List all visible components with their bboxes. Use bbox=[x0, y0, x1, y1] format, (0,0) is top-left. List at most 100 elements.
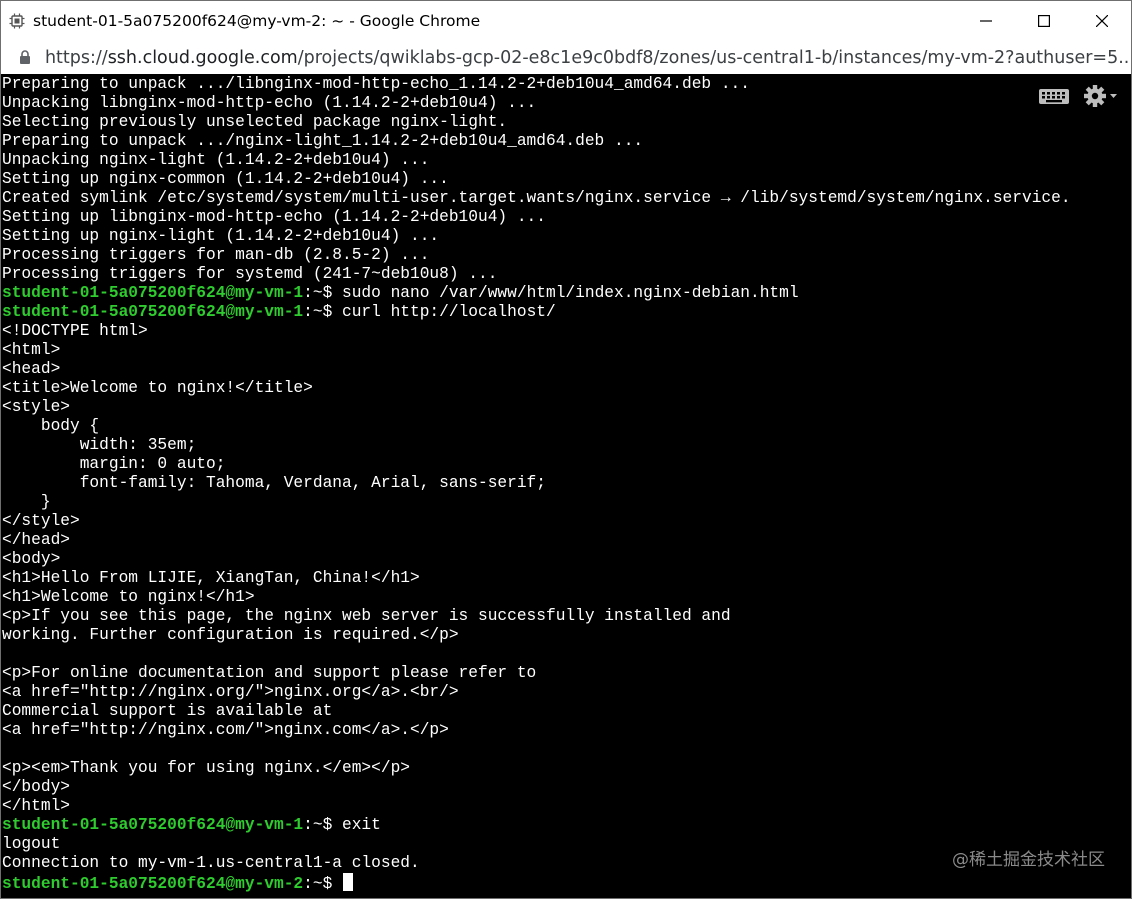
terminal-output-line: <body> bbox=[2, 550, 1071, 569]
output-text: <p>For online documentation and support … bbox=[2, 664, 537, 682]
output-text: <style> bbox=[2, 398, 70, 416]
terminal-output-line: Processing triggers for man-db (2.8.5-2)… bbox=[2, 246, 1071, 265]
output-text: body { bbox=[2, 417, 100, 435]
terminal-output-line: </head> bbox=[2, 531, 1071, 550]
terminal-cursor bbox=[343, 873, 353, 891]
chrome-app-icon[interactable] bbox=[8, 12, 26, 30]
terminal-output-line: Preparing to unpack .../nginx-light_1.14… bbox=[2, 132, 1071, 151]
terminal-output-line: Unpacking libnginx-mod-http-echo (1.14.2… bbox=[2, 94, 1071, 113]
terminal-output-line: working. Further configuration is requir… bbox=[2, 626, 1071, 645]
window-controls bbox=[957, 1, 1131, 41]
prompt-user-host: student-01-5a075200f624@my-vm-1 bbox=[2, 816, 304, 834]
terminal-output-line: <style> bbox=[2, 398, 1071, 417]
terminal-toolbar bbox=[1039, 84, 1119, 113]
settings-gear-icon[interactable] bbox=[1083, 84, 1119, 113]
terminal-output-line: <h1>Welcome to nginx!</h1> bbox=[2, 588, 1071, 607]
terminal-output-line: Connection to my-vm-1.us-central1-a clos… bbox=[2, 854, 1071, 873]
output-text: <a href="http://nginx.org/">nginx.org</a… bbox=[2, 683, 459, 701]
prompt-user-host: student-01-5a075200f624@my-vm-1 bbox=[2, 284, 304, 302]
output-text: Processing triggers for systemd (241-7~d… bbox=[2, 265, 498, 283]
terminal-output-line: Selecting previously unselected package … bbox=[2, 113, 1071, 132]
terminal-output-line: Unpacking nginx-light (1.14.2-2+deb10u4)… bbox=[2, 151, 1071, 170]
terminal-output-line: <p><em>Thank you for using nginx.</em></… bbox=[2, 759, 1071, 778]
keyboard-icon[interactable] bbox=[1039, 87, 1069, 110]
output-text: Setting up libnginx-mod-http-echo (1.14.… bbox=[2, 208, 546, 226]
maximize-icon[interactable] bbox=[1015, 1, 1073, 41]
command-text: curl http://localhost/ bbox=[342, 303, 556, 321]
output-text: <h1>Welcome to nginx!</h1> bbox=[2, 588, 255, 606]
title-bar: student-01-5a075200f624@my-vm-2: ~ - Goo… bbox=[1, 1, 1131, 41]
command-text: exit bbox=[342, 816, 381, 834]
url-host: ssh.cloud.google.com bbox=[107, 47, 298, 68]
terminal-output-line: Commercial support is available at bbox=[2, 702, 1071, 721]
output-text: <!DOCTYPE html> bbox=[2, 322, 148, 340]
output-text: Setting up nginx-common (1.14.2-2+deb10u… bbox=[2, 170, 449, 188]
terminal-output-line: Processing triggers for systemd (241-7~d… bbox=[2, 265, 1071, 284]
terminal-prompt-line: student-01-5a075200f624@my-vm-1:~$ sudo … bbox=[2, 284, 1071, 303]
terminal-output-line: </style> bbox=[2, 512, 1071, 531]
output-text: </body> bbox=[2, 778, 70, 796]
terminal-output-line: width: 35em; bbox=[2, 436, 1071, 455]
output-text: font-family: Tahoma, Verdana, Arial, san… bbox=[2, 474, 546, 492]
output-text: width: 35em; bbox=[2, 436, 197, 454]
output-text: <a href="http://nginx.com/">nginx.com</a… bbox=[2, 721, 449, 739]
output-text: } bbox=[2, 493, 51, 511]
output-text: <h1>Hello From LIJIE, XiangTan, China!</… bbox=[2, 569, 420, 587]
output-text: Selecting previously unselected package … bbox=[2, 113, 508, 131]
output-text: margin: 0 auto; bbox=[2, 455, 226, 473]
output-text: <p><em>Thank you for using nginx.</em></… bbox=[2, 759, 410, 777]
terminal-output-line: <h1>Hello From LIJIE, XiangTan, China!</… bbox=[2, 569, 1071, 588]
output-text: </head> bbox=[2, 531, 70, 549]
url-text[interactable]: https://ssh.cloud.google.com/projects/qw… bbox=[45, 48, 1131, 68]
terminal-output-line: Setting up nginx-light (1.14.2-2+deb10u4… bbox=[2, 227, 1071, 246]
window-title: student-01-5a075200f624@my-vm-2: ~ - Goo… bbox=[33, 12, 481, 30]
prompt-user-host: student-01-5a075200f624@my-vm-1 bbox=[2, 303, 304, 321]
terminal-output-line: Preparing to unpack .../libnginx-mod-htt… bbox=[2, 75, 1071, 94]
prompt-separator: :~$ bbox=[303, 284, 342, 302]
terminal-output-line: <a href="http://nginx.org/">nginx.org</a… bbox=[2, 683, 1071, 702]
output-text: Setting up nginx-light (1.14.2-2+deb10u4… bbox=[2, 227, 440, 245]
output-text: Unpacking libnginx-mod-http-echo (1.14.2… bbox=[2, 94, 537, 112]
terminal-output: Preparing to unpack .../libnginx-mod-htt… bbox=[2, 75, 1071, 893]
output-text: Connection to my-vm-1.us-central1-a clos… bbox=[2, 854, 420, 872]
terminal-output-line: Setting up nginx-common (1.14.2-2+deb10u… bbox=[2, 170, 1071, 189]
minimize-icon[interactable] bbox=[957, 1, 1015, 41]
output-text: Commercial support is available at bbox=[2, 702, 333, 720]
browser-window: student-01-5a075200f624@my-vm-2: ~ - Goo… bbox=[0, 0, 1132, 899]
terminal-output-line: <p>If you see this page, the nginx web s… bbox=[2, 607, 1071, 626]
output-text: <p>If you see this page, the nginx web s… bbox=[2, 607, 731, 625]
terminal-output-line: <!DOCTYPE html> bbox=[2, 322, 1071, 341]
close-icon[interactable] bbox=[1073, 1, 1131, 41]
output-text: <html> bbox=[2, 341, 61, 359]
terminal-output-line: <p>For online documentation and support … bbox=[2, 664, 1071, 683]
prompt-separator: :~$ bbox=[303, 303, 342, 321]
terminal-output-line: <html> bbox=[2, 341, 1071, 360]
terminal-output-line: Setting up libnginx-mod-http-echo (1.14.… bbox=[2, 208, 1071, 227]
output-text: working. Further configuration is requir… bbox=[2, 626, 459, 644]
url-path: /projects/qwiklabs-gcp-02-e8c1e9c0bdf8/z… bbox=[297, 47, 1131, 68]
terminal-output-line: <a href="http://nginx.com/">nginx.com</a… bbox=[2, 721, 1071, 740]
output-text: Unpacking nginx-light (1.14.2-2+deb10u4)… bbox=[2, 151, 430, 169]
terminal-output-line: body { bbox=[2, 417, 1071, 436]
url-scheme: https:// bbox=[44, 47, 108, 68]
terminal-output-line: margin: 0 auto; bbox=[2, 455, 1071, 474]
terminal-output-line: Created symlink /etc/systemd/system/mult… bbox=[2, 189, 1071, 208]
output-text: <title>Welcome to nginx!</title> bbox=[2, 379, 313, 397]
terminal-output-line: <title>Welcome to nginx!</title> bbox=[2, 379, 1071, 398]
terminal-output-line: } bbox=[2, 493, 1071, 512]
address-bar[interactable]: https://ssh.cloud.google.com/projects/qw… bbox=[1, 41, 1131, 74]
terminal-prompt-line: student-01-5a075200f624@my-vm-2:~$ bbox=[2, 873, 1071, 893]
prompt-separator: :~$ bbox=[303, 816, 342, 834]
output-text: Processing triggers for man-db (2.8.5-2)… bbox=[2, 246, 430, 264]
output-text: Preparing to unpack .../nginx-light_1.14… bbox=[2, 132, 644, 150]
prompt-separator: :~$ bbox=[303, 875, 342, 893]
watermark: @稀土掘金技术社区 bbox=[952, 850, 1105, 870]
output-text: <head> bbox=[2, 360, 61, 378]
output-text: </style> bbox=[2, 512, 80, 530]
lock-icon[interactable] bbox=[19, 50, 33, 66]
terminal[interactable]: Preparing to unpack .../libnginx-mod-htt… bbox=[1, 74, 1131, 898]
terminal-output-line: <head> bbox=[2, 360, 1071, 379]
terminal-output-line: font-family: Tahoma, Verdana, Arial, san… bbox=[2, 474, 1071, 493]
